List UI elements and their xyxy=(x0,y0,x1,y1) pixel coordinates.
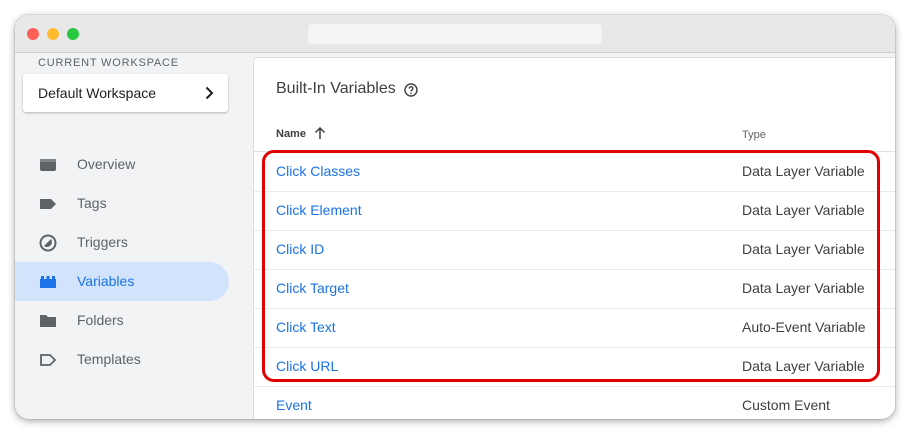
variable-name-link[interactable]: Click Classes xyxy=(276,163,360,179)
tag-icon xyxy=(40,199,56,209)
chevron-right-icon xyxy=(205,86,214,100)
sidebar-item-label: Triggers xyxy=(77,234,128,250)
sidebar-item-label: Templates xyxy=(77,351,141,367)
help-icon[interactable] xyxy=(404,83,418,97)
variable-type: Data Layer Variable xyxy=(742,163,865,179)
sidebar-item-tags[interactable]: Tags xyxy=(15,184,229,223)
variable-name-link[interactable]: Click Target xyxy=(276,280,349,296)
title-bar xyxy=(15,15,895,53)
sidebar-item-label: Tags xyxy=(77,195,107,211)
sidebar-item-folders[interactable]: Folders xyxy=(15,301,229,340)
table-row: Click Element Data Layer Variable xyxy=(254,191,895,231)
variable-type: Data Layer Variable xyxy=(742,280,865,296)
address-bar[interactable] xyxy=(308,24,602,44)
column-header-name[interactable]: Name xyxy=(276,128,306,140)
workspace-label: CURRENT WORKSPACE xyxy=(38,57,179,69)
maximize-window-button[interactable] xyxy=(67,28,79,40)
variable-name-link[interactable]: Click Element xyxy=(276,202,362,218)
template-icon xyxy=(40,354,57,366)
sidebar-item-label: Variables xyxy=(77,273,135,289)
workspace-selector[interactable]: Default Workspace xyxy=(23,74,228,112)
close-window-button[interactable] xyxy=(27,28,39,40)
sidebar: CURRENT WORKSPACE Default Workspace Over… xyxy=(15,53,253,419)
sidebar-item-label: Folders xyxy=(77,312,124,328)
variable-name-link[interactable]: Event xyxy=(276,397,312,413)
overview-icon xyxy=(40,159,56,171)
table-row: Click Target Data Layer Variable xyxy=(254,269,895,309)
sidebar-item-label: Overview xyxy=(77,156,136,172)
column-header-type[interactable]: Type xyxy=(742,129,766,141)
variable-type: Data Layer Variable xyxy=(742,202,865,218)
browser-window: CURRENT WORKSPACE Default Workspace Over… xyxy=(15,15,895,419)
workspace-name: Default Workspace xyxy=(38,85,157,101)
table-row: Click URL Data Layer Variable xyxy=(254,347,895,387)
sidebar-item-overview[interactable]: Overview xyxy=(15,145,229,184)
sidebar-item-triggers[interactable]: Triggers xyxy=(15,223,229,262)
table-row: Event Custom Event xyxy=(254,386,895,419)
variable-name-link[interactable]: Click Text xyxy=(276,319,336,335)
page-title: Built-In Variables xyxy=(276,80,396,97)
variables-icon xyxy=(40,276,56,288)
variable-type: Auto-Event Variable xyxy=(742,319,866,335)
variable-type: Data Layer Variable xyxy=(742,358,865,374)
folder-icon xyxy=(40,315,56,327)
table-row: Click ID Data Layer Variable xyxy=(254,230,895,270)
variable-name-link[interactable]: Click ID xyxy=(276,241,324,257)
arrow-up-icon[interactable] xyxy=(314,126,326,140)
built-in-variables-panel: Built-In Variables Name Type Click Class… xyxy=(253,57,895,419)
sidebar-item-templates[interactable]: Templates xyxy=(15,340,229,379)
table-row: Click Classes Data Layer Variable xyxy=(254,152,895,192)
trigger-icon xyxy=(39,234,57,252)
table-row: Click Text Auto-Event Variable xyxy=(254,308,895,348)
variable-name-link[interactable]: Click URL xyxy=(276,358,338,374)
minimize-window-button[interactable] xyxy=(47,28,59,40)
main-content: Built-In Variables Name Type Click Class… xyxy=(253,53,895,419)
sidebar-item-variables[interactable]: Variables xyxy=(15,262,229,301)
variable-type: Data Layer Variable xyxy=(742,241,865,257)
variable-type: Custom Event xyxy=(742,397,830,413)
